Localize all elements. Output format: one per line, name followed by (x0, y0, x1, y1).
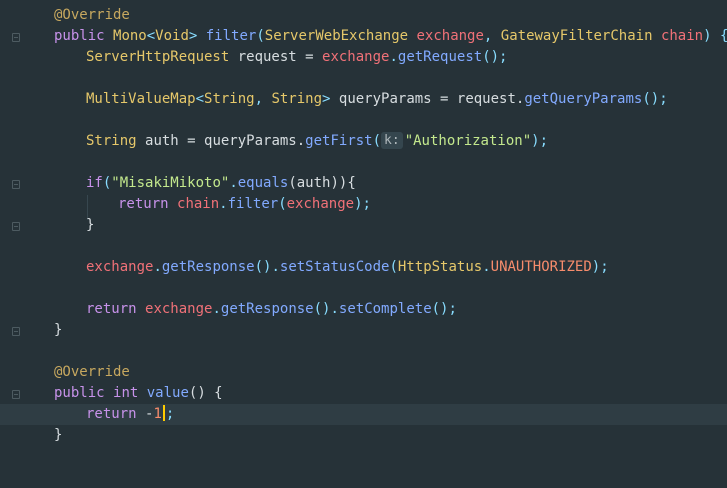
punctuation-token: > (188, 28, 206, 44)
punctuation-token: > (322, 91, 339, 107)
punctuation-token: ( (256, 28, 265, 44)
punctuation-token: } (54, 427, 63, 443)
type-token: GatewayFilterChain (500, 28, 661, 44)
number-literal-token: 1 (153, 406, 162, 422)
parameter-token: chain (660, 28, 704, 44)
code-token: (auth)){ (288, 175, 356, 191)
keyword-token: if (86, 175, 103, 191)
punctuation-token: (). (313, 301, 339, 317)
method-name-token: setComplete (338, 301, 432, 317)
type-token: String (86, 133, 146, 149)
punctuation-token: (). (254, 259, 280, 275)
code-line: @Override (0, 362, 727, 383)
method-name-token: getQueryParams (524, 91, 643, 107)
method-name-token: filter (227, 196, 279, 212)
method-name-token: setStatusCode (279, 259, 390, 275)
punctuation-token: . (389, 49, 398, 65)
code-line: return chain.filter(exchange); (0, 194, 727, 215)
punctuation-token: } (54, 322, 63, 338)
keyword-token: return (86, 301, 146, 317)
parameter-hint-badge: k: (381, 132, 403, 149)
code-line: MultiValueMap<String, String> queryParam… (0, 89, 727, 110)
punctuation-token: . (153, 259, 162, 275)
annotation-token: @Override (54, 7, 130, 23)
parameter-token: exchange (322, 49, 390, 65)
type-token: ServerWebExchange (264, 28, 417, 44)
parameter-token: exchange (416, 28, 484, 44)
annotation-token: @Override (54, 364, 130, 380)
type-token: Mono (113, 28, 147, 44)
parameter-token: exchange (145, 301, 213, 317)
code-line: return exchange.getResponse().setComplet… (0, 299, 727, 320)
type-token: String (204, 91, 255, 107)
code-token: queryParams = request. (338, 91, 525, 107)
code-line: String auth = queryParams.getFirst(k: "Au… (0, 131, 727, 152)
method-name-token: equals (237, 175, 289, 191)
string-literal-token: "Authorization" (404, 133, 532, 149)
method-name-token: value (146, 385, 189, 401)
keyword-token: return (86, 406, 146, 422)
punctuation-token: ( (389, 259, 398, 275)
code-line: if("MisakiMikoto".equals(auth)){ (0, 173, 727, 194)
method-name-token: getResponse (161, 259, 255, 275)
punctuation-token: (); (642, 91, 668, 107)
type-token: String (271, 91, 323, 107)
parameter-token: exchange (286, 196, 355, 212)
code-line: exchange.getResponse().setStatusCode(Htt… (0, 257, 727, 278)
punctuation-token: ( (278, 196, 287, 212)
string-literal-token: "MisakiMikoto" (111, 175, 230, 191)
punctuation-token: (); (431, 301, 457, 317)
punctuation-token: < (146, 28, 156, 44)
code-line: public Mono<Void> filter(ServerWebExchan… (0, 26, 727, 47)
punctuation-token: ); (591, 259, 609, 275)
punctuation-token: < (195, 91, 205, 107)
code-line: } (0, 425, 727, 446)
punctuation-token: ); (531, 133, 548, 149)
type-token: MultiValueMap (86, 91, 196, 107)
type-token: ServerHttpRequest (86, 49, 238, 65)
punctuation-token: ( (372, 133, 382, 149)
punctuation-token: , (483, 28, 501, 44)
punctuation-token: } (86, 217, 95, 233)
method-name-token: getResponse (220, 301, 314, 317)
current-code-line: return -1; (0, 404, 727, 425)
keyword-token: int (113, 385, 147, 401)
code-area[interactable]: @Override public Mono<Void> filter(Serve… (0, 0, 727, 443)
code-line: ServerHttpRequest request = exchange.get… (0, 47, 727, 68)
keyword-token: public (54, 28, 114, 44)
code-line: public int value() { (0, 383, 727, 404)
keyword-token: public (54, 385, 114, 401)
type-token: Void (155, 28, 189, 44)
code-editor[interactable]: @Override public Mono<Void> filter(Serve… (0, 0, 727, 443)
constant-token: UNAUTHORIZED (490, 259, 592, 275)
punctuation-token: . (229, 175, 238, 191)
code-line: } (0, 215, 727, 236)
method-name-token: getRequest (397, 49, 483, 65)
method-name-token: filter (205, 28, 257, 44)
punctuation-token: ) { (703, 28, 727, 44)
type-token: HttpStatus (397, 259, 483, 275)
code-line: @Override (0, 5, 727, 26)
punctuation-token: , (254, 91, 272, 107)
punctuation-token: ); (354, 196, 371, 212)
code-token: auth = queryParams. (145, 133, 306, 149)
parameter-token: chain (177, 196, 220, 212)
code-token: request = (237, 49, 323, 65)
keyword-token: return (118, 196, 178, 212)
text-cursor (162, 405, 165, 421)
punctuation-token: . (482, 259, 491, 275)
code-line: } (0, 320, 727, 341)
punctuation-token: (); (482, 49, 508, 65)
punctuation-token: . (212, 301, 221, 317)
punctuation-token: . (219, 196, 228, 212)
punctuation-token: () { (188, 385, 223, 401)
method-name-token: getFirst (305, 133, 373, 149)
punctuation-token: ; (165, 406, 175, 422)
parameter-token: exchange (86, 259, 154, 275)
